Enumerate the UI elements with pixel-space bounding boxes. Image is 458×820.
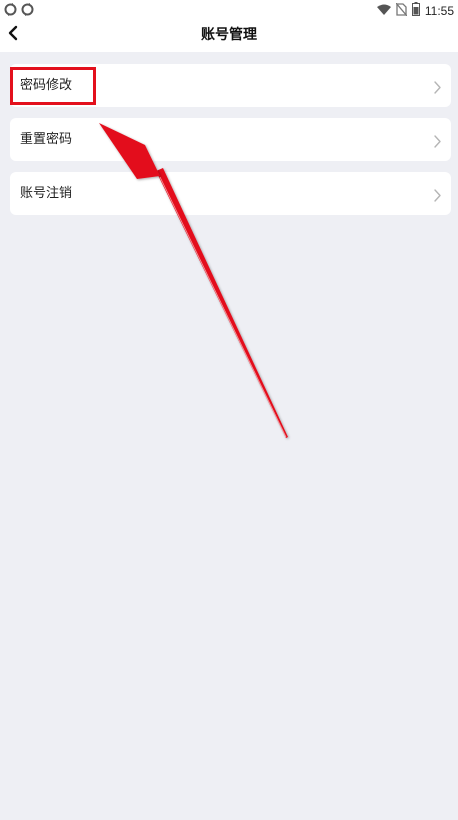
menu-item-label: 重置密码 bbox=[20, 132, 73, 147]
chevron-left-icon bbox=[8, 25, 18, 45]
page-title: 账号管理 bbox=[201, 27, 257, 43]
chevron-right-icon bbox=[434, 79, 441, 94]
chevron-right-icon bbox=[434, 133, 441, 148]
menu-list: 密码修改 重置密码 账号注销 bbox=[10, 64, 451, 226]
menu-item-password-change[interactable]: 密码修改 bbox=[10, 64, 451, 107]
menu-item-label: 账号注销 bbox=[20, 186, 73, 201]
header: 账号管理 bbox=[0, 18, 458, 52]
chevron-right-icon bbox=[434, 187, 441, 202]
menu-item-label: 密码修改 bbox=[20, 78, 73, 93]
status-bar: 11:55 bbox=[0, 0, 458, 18]
menu-item-cancel-account[interactable]: 账号注销 bbox=[10, 172, 451, 215]
back-button[interactable] bbox=[2, 22, 24, 48]
status-time: 11:55 bbox=[424, 3, 454, 18]
menu-item-reset-password[interactable]: 重置密码 bbox=[10, 118, 451, 161]
